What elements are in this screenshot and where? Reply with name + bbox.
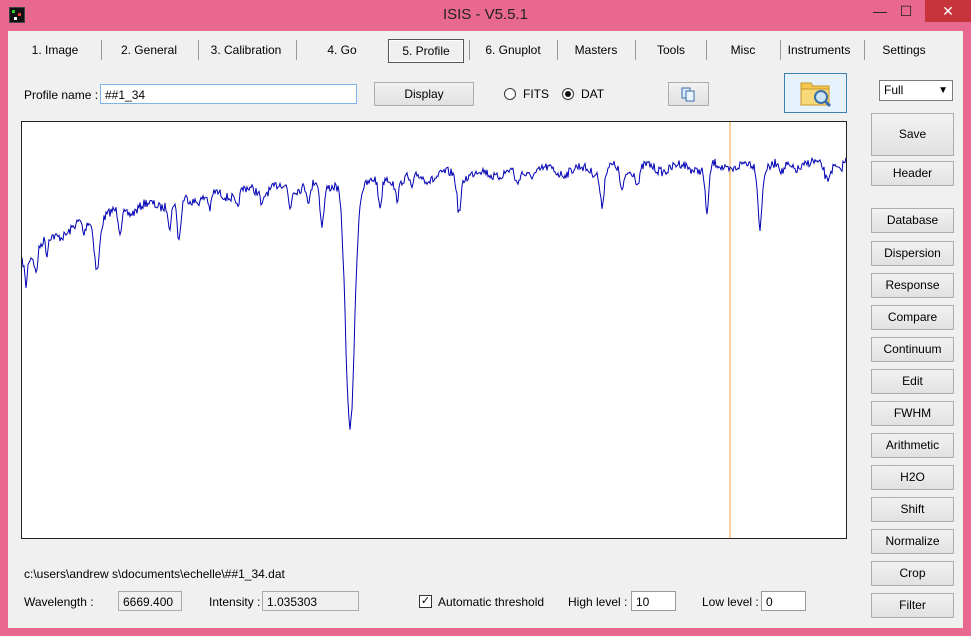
continuum-button[interactable]: Continuum [871, 337, 954, 362]
tab-general[interactable]: 2. General [106, 39, 192, 61]
intensity-value: 1.035303 [262, 591, 359, 611]
file-path: c:\users\andrew s\documents\echelle\##1_… [24, 567, 285, 581]
tab-instruments[interactable]: Instruments [784, 39, 854, 61]
tab-separator [706, 40, 707, 60]
tab-masters[interactable]: Masters [562, 39, 630, 61]
tab-separator [198, 40, 199, 60]
low-level-label: Low level : [702, 595, 759, 609]
zoom-select-value: Full [884, 83, 904, 97]
main-panel: 1. Image 2. General 3. Calibration 4. Go… [8, 31, 963, 628]
tab-separator [557, 40, 558, 60]
database-button[interactable]: Database [871, 208, 954, 233]
edit-button[interactable]: Edit [871, 369, 954, 394]
fits-radio[interactable] [504, 88, 516, 100]
copy-button[interactable] [668, 82, 709, 106]
fits-label: FITS [523, 87, 549, 101]
auto-threshold-checkbox[interactable]: ✓ [419, 595, 432, 608]
title-bar[interactable]: ISIS - V5.5.1 — ☐ ✕ [0, 0, 971, 30]
maximize-button[interactable]: ☐ [889, 0, 923, 22]
high-level-label: High level : [568, 595, 628, 609]
profile-name-label: Profile name : [24, 88, 99, 102]
tab-image[interactable]: 1. Image [16, 39, 94, 61]
tab-profile[interactable]: 5. Profile [388, 39, 464, 63]
tab-separator [635, 40, 636, 60]
wavelength-label: Wavelength : [24, 595, 94, 609]
profile-name-input[interactable]: ##1_34 [100, 84, 357, 104]
arithmetic-button[interactable]: Arithmetic [871, 433, 954, 458]
chevron-down-icon: ▼ [938, 85, 948, 96]
copy-icon [681, 87, 695, 102]
compare-button[interactable]: Compare [871, 305, 954, 330]
spectrum-chart [21, 122, 847, 538]
tab-separator [864, 40, 865, 60]
dat-radio[interactable] [562, 88, 574, 100]
filter-button[interactable]: Filter [871, 593, 954, 618]
high-level-input[interactable]: 10 [631, 591, 676, 611]
crop-button[interactable]: Crop [871, 561, 954, 586]
wavelength-value: 6669.400 [118, 591, 182, 611]
dispersion-button[interactable]: Dispersion [871, 241, 954, 266]
intensity-label: Intensity : [209, 595, 261, 609]
normalize-button[interactable]: Normalize [871, 529, 954, 554]
tab-misc[interactable]: Misc [711, 39, 775, 61]
zoom-select[interactable]: Full ▼ [879, 80, 953, 101]
tab-separator [296, 40, 297, 60]
display-button[interactable]: Display [374, 82, 474, 106]
header-button[interactable]: Header [871, 161, 954, 186]
tab-separator [469, 40, 470, 60]
spectrum-line [21, 156, 847, 430]
fwhm-button[interactable]: FWHM [871, 401, 954, 426]
tab-gnuplot[interactable]: 6. Gnuplot [474, 39, 552, 61]
save-button[interactable]: Save [871, 113, 954, 156]
auto-threshold-label: Automatic threshold [438, 595, 545, 609]
tab-separator [780, 40, 781, 60]
tab-settings[interactable]: Settings [870, 39, 938, 61]
tab-tools[interactable]: Tools [640, 39, 702, 61]
tab-separator [101, 40, 102, 60]
shift-button[interactable]: Shift [871, 497, 954, 522]
tab-go[interactable]: 4. Go [300, 39, 384, 61]
app-window: ISIS - V5.5.1 — ☐ ✕ 1. Image 2. General … [0, 0, 971, 636]
response-button[interactable]: Response [871, 273, 954, 298]
spectrum-plot[interactable] [21, 121, 847, 539]
tab-calibration[interactable]: 3. Calibration [202, 39, 290, 61]
low-level-input[interactable]: 0 [761, 591, 806, 611]
dat-label: DAT [581, 87, 605, 101]
h2o-button[interactable]: H2O [871, 465, 954, 490]
close-button[interactable]: ✕ [925, 0, 971, 22]
window-title: ISIS - V5.5.1 [442, 6, 529, 23]
open-file-button[interactable] [784, 73, 847, 113]
tab-bar: 1. Image 2. General 3. Calibration 4. Go… [8, 31, 963, 67]
folder-search-icon [800, 82, 832, 108]
